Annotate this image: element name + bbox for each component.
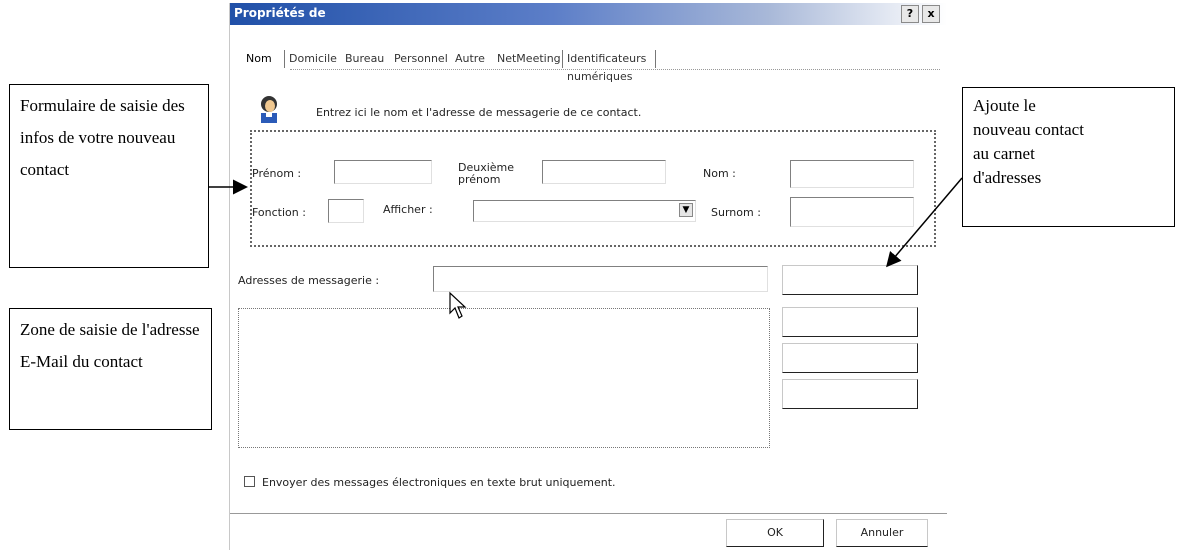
window-title: Propriétés de xyxy=(234,6,326,20)
add-contact-callout-line3: au carnet xyxy=(973,144,1035,163)
prenom-input[interactable] xyxy=(334,160,432,184)
tab-strip-edge xyxy=(654,50,656,68)
help-button[interactable]: ? xyxy=(901,5,919,23)
afficher-select[interactable]: ▼ xyxy=(473,200,696,222)
intro-text: Entrez ici le nom et l'adresse de messag… xyxy=(316,106,642,119)
tab-netmeeting[interactable]: NetMeeting xyxy=(493,50,565,68)
title-bar[interactable]: Propriétés de ? x xyxy=(230,3,947,25)
set-default-button[interactable] xyxy=(782,379,918,409)
contact-properties-dialog: Propriétés de ? x Nom Domicile Bureau Pe… xyxy=(229,3,947,550)
mouse-cursor-icon xyxy=(449,291,467,319)
contact-person-icon xyxy=(261,96,277,123)
chevron-down-icon[interactable]: ▼ xyxy=(679,203,693,217)
add-contact-callout: Ajoute le nouveau contact au carnet d'ad… xyxy=(962,87,1175,227)
close-button[interactable]: x xyxy=(922,5,940,23)
email-zone-callout: Zone de saisie de l'adresse E-Mail du co… xyxy=(9,308,212,430)
plain-text-checkbox[interactable] xyxy=(244,476,255,487)
add-contact-button[interactable] xyxy=(782,265,918,295)
tab-domicile[interactable]: Domicile xyxy=(284,50,341,68)
email-address-list[interactable] xyxy=(238,308,770,448)
prenom-label: Prénom : xyxy=(252,167,302,180)
add-contact-callout-line1: Ajoute le xyxy=(973,96,1036,115)
email-label: Adresses de messagerie : xyxy=(238,274,380,287)
tab-personnel[interactable]: Personnel xyxy=(390,50,452,68)
afficher-label: Afficher : xyxy=(383,203,433,216)
nom-input[interactable] xyxy=(790,160,914,188)
deuxieme-prenom-label-2: prénom xyxy=(458,173,501,186)
surnom-label: Surnom : xyxy=(711,206,761,219)
add-contact-callout-line2: nouveau contact xyxy=(973,120,1084,139)
edit-address-button[interactable] xyxy=(782,307,918,337)
remove-address-button[interactable] xyxy=(782,343,918,373)
surnom-input[interactable] xyxy=(790,197,914,227)
nom-label: Nom : xyxy=(703,167,736,180)
form-info-callout: Formulaire de saisie des infos de votre … xyxy=(9,84,209,268)
name-fields-group xyxy=(250,130,936,247)
deuxieme-prenom-input[interactable] xyxy=(542,160,666,184)
ok-button[interactable]: OK xyxy=(726,519,824,547)
tab-autre[interactable]: Autre xyxy=(451,50,489,68)
tab-identificateurs[interactable]: Identificateurs numériques xyxy=(562,50,650,83)
tab-nom[interactable]: Nom xyxy=(242,50,276,68)
add-contact-callout-line4: d'adresses xyxy=(973,168,1042,187)
plain-text-label: Envoyer des messages électroniques en te… xyxy=(262,476,616,489)
email-input[interactable] xyxy=(433,266,768,292)
fonction-label: Fonction : xyxy=(252,206,306,219)
footer-divider xyxy=(230,513,947,514)
tab-divider xyxy=(290,69,940,70)
fonction-input[interactable] xyxy=(328,199,364,223)
tab-bureau[interactable]: Bureau xyxy=(341,50,388,68)
cancel-button[interactable]: Annuler xyxy=(836,519,928,547)
